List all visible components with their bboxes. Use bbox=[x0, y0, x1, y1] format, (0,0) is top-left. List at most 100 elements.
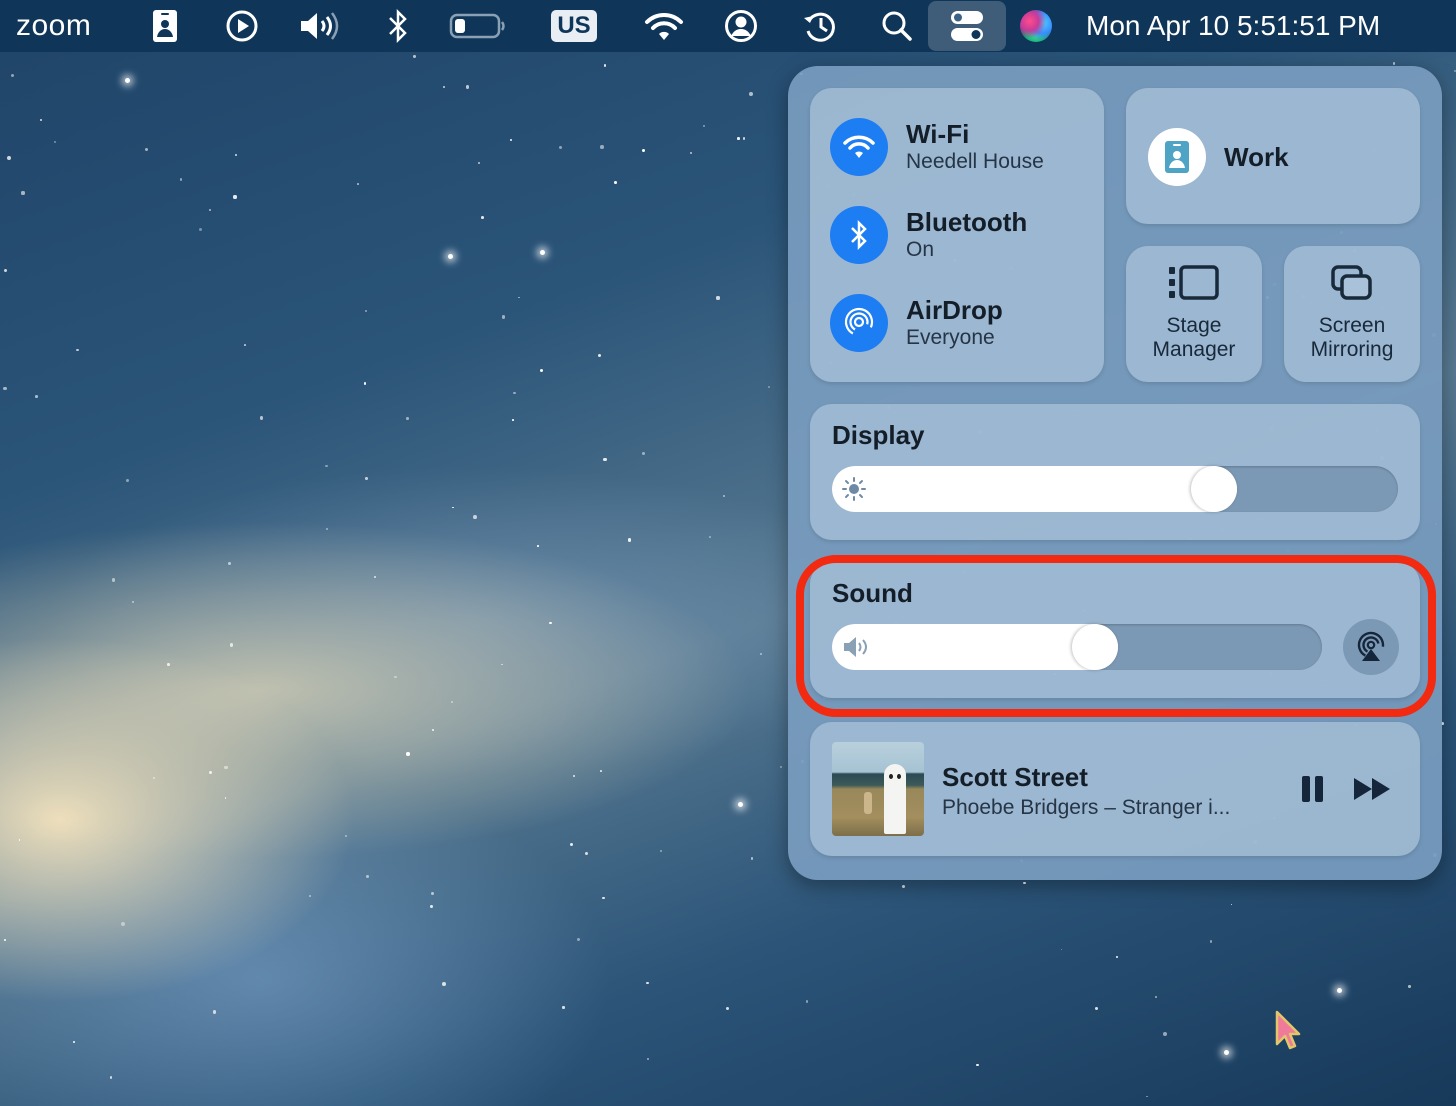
wifi-icon[interactable] bbox=[642, 0, 686, 52]
pause-button[interactable] bbox=[1300, 774, 1326, 809]
star bbox=[413, 55, 416, 58]
app-menu-zoom[interactable]: zoom bbox=[16, 0, 91, 52]
search-icon[interactable] bbox=[878, 0, 916, 52]
wifi-title: Wi-Fi bbox=[906, 119, 970, 149]
star bbox=[600, 145, 604, 149]
star bbox=[584, 851, 588, 855]
star bbox=[613, 181, 617, 185]
star bbox=[2, 386, 7, 391]
star bbox=[603, 457, 607, 462]
star bbox=[1023, 881, 1026, 885]
star bbox=[600, 769, 602, 772]
sound-tile: Sound bbox=[810, 562, 1420, 698]
brightness-slider[interactable] bbox=[832, 466, 1398, 512]
screen-mirroring-icon bbox=[1284, 264, 1420, 302]
star bbox=[54, 140, 57, 143]
star bbox=[759, 652, 762, 655]
star bbox=[703, 124, 706, 127]
star bbox=[1116, 956, 1119, 959]
play-circle-icon[interactable] bbox=[222, 0, 262, 52]
star bbox=[573, 775, 576, 778]
star bbox=[750, 856, 754, 860]
star bbox=[227, 562, 231, 565]
display-title: Display bbox=[832, 420, 925, 450]
control-center-icon[interactable] bbox=[928, 1, 1006, 51]
star bbox=[111, 578, 115, 582]
star bbox=[562, 1006, 565, 1009]
screen-mirroring-button[interactable]: Screen Mirroring bbox=[1284, 246, 1420, 382]
star bbox=[224, 797, 227, 799]
star bbox=[451, 701, 453, 703]
skip-forward-button[interactable] bbox=[1352, 774, 1394, 809]
wifi-icon[interactable] bbox=[830, 118, 888, 176]
star bbox=[230, 643, 234, 647]
star bbox=[259, 416, 264, 420]
star bbox=[481, 216, 484, 220]
star bbox=[432, 728, 435, 731]
input-source-menu[interactable]: US bbox=[548, 0, 600, 52]
star bbox=[442, 85, 445, 88]
star bbox=[1337, 988, 1342, 993]
menu-bar: zoom US Mon Apr 10 5:51:51 PM bbox=[0, 0, 1456, 52]
star bbox=[325, 464, 328, 468]
volume-icon[interactable] bbox=[296, 0, 346, 52]
star bbox=[180, 178, 183, 181]
brightness-knob[interactable] bbox=[1190, 466, 1237, 512]
star bbox=[517, 296, 520, 299]
stage-manager-icon bbox=[1126, 264, 1262, 302]
star bbox=[120, 922, 125, 927]
battery-icon[interactable] bbox=[448, 0, 508, 52]
airplay-audio-button[interactable] bbox=[1343, 619, 1399, 675]
star bbox=[452, 506, 455, 509]
now-playing-tile[interactable]: Scott Street Phoebe Bridgers – Stranger … bbox=[810, 722, 1420, 856]
volume-knob[interactable] bbox=[1071, 624, 1118, 670]
star bbox=[743, 137, 746, 140]
bluetooth-status: On bbox=[906, 238, 935, 261]
bluetooth-icon[interactable] bbox=[830, 206, 888, 264]
airdrop-toggle[interactable]: AirDrop Everyone bbox=[830, 294, 1003, 352]
song-title: Scott Street bbox=[942, 762, 1088, 792]
star bbox=[209, 209, 212, 212]
star bbox=[477, 162, 480, 164]
star bbox=[442, 982, 446, 986]
star bbox=[109, 1076, 113, 1079]
time-machine-icon[interactable] bbox=[800, 0, 840, 52]
stage-manager-button[interactable]: Stage Manager bbox=[1126, 246, 1262, 382]
star bbox=[1162, 1032, 1167, 1036]
star bbox=[18, 838, 21, 841]
contact-card-icon[interactable] bbox=[148, 0, 182, 52]
star bbox=[716, 296, 720, 300]
star bbox=[40, 118, 43, 121]
star bbox=[430, 891, 434, 896]
star bbox=[125, 478, 129, 482]
star bbox=[660, 849, 662, 852]
speaker-icon bbox=[842, 635, 872, 664]
wifi-toggle[interactable]: Wi-Fi Needell House bbox=[830, 118, 1044, 176]
focus-work-tile[interactable]: Work bbox=[1126, 88, 1420, 224]
user-account-icon[interactable] bbox=[722, 0, 760, 52]
star bbox=[577, 938, 581, 942]
star bbox=[309, 894, 311, 897]
bluetooth-toggle[interactable]: Bluetooth On bbox=[830, 206, 1027, 264]
display-tile: Display bbox=[810, 404, 1420, 540]
star bbox=[509, 138, 513, 141]
star bbox=[1060, 948, 1063, 951]
star bbox=[642, 148, 646, 152]
volume-slider[interactable] bbox=[832, 624, 1322, 670]
siri-icon[interactable] bbox=[1016, 0, 1056, 52]
star bbox=[1209, 940, 1213, 944]
album-art bbox=[832, 742, 924, 836]
menubar-clock[interactable]: Mon Apr 10 5:51:51 PM bbox=[1086, 0, 1380, 52]
star bbox=[598, 353, 602, 357]
star bbox=[152, 776, 155, 779]
bluetooth-icon[interactable] bbox=[384, 0, 412, 52]
star bbox=[559, 146, 563, 150]
focus-label: Work bbox=[1224, 142, 1289, 172]
star bbox=[363, 382, 366, 385]
star bbox=[726, 1006, 730, 1010]
airdrop-icon[interactable] bbox=[830, 294, 888, 352]
star bbox=[7, 155, 12, 160]
star bbox=[805, 1000, 809, 1003]
star bbox=[213, 1010, 217, 1014]
star bbox=[537, 545, 539, 547]
